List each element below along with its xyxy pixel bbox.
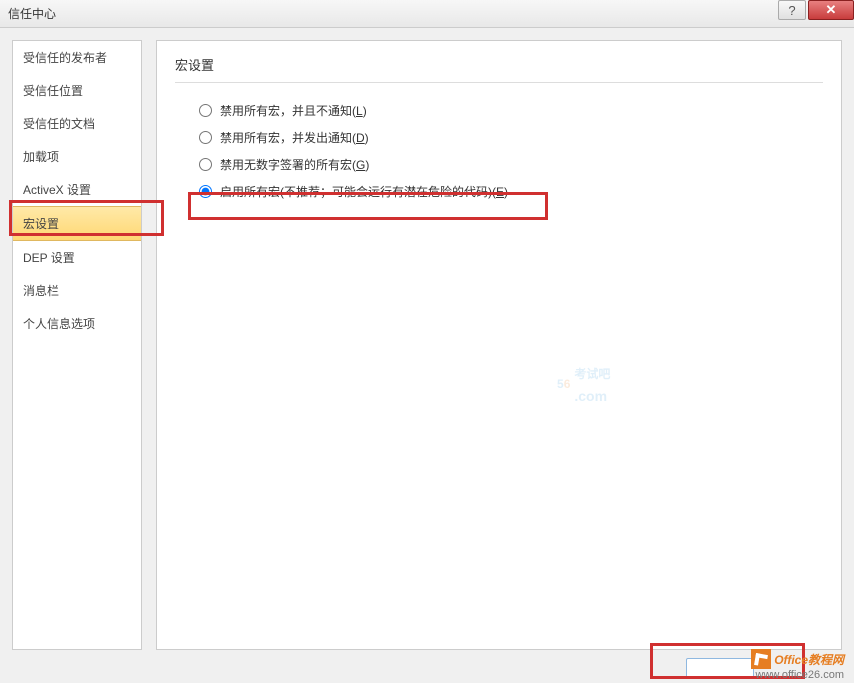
radio-label: 启用所有宏(不推荐；可能会运行有潜在危险的代码)(E) (220, 183, 508, 200)
ok-button-partial[interactable] (686, 658, 754, 679)
office-icon (751, 649, 771, 669)
brand-name: Office教程网 (774, 651, 844, 668)
radio-disable-unsigned[interactable]: 禁用无数字签署的所有宏(G) (199, 151, 823, 178)
titlebar-buttons: ? ✕ (778, 0, 854, 22)
radio-label: 禁用无数字签署的所有宏(G) (220, 156, 369, 173)
radio-input-enable-all[interactable] (199, 185, 212, 198)
radio-input-disable-no-notify[interactable] (199, 104, 212, 117)
sidebar-item-activex[interactable]: ActiveX 设置 (13, 173, 141, 206)
radio-disable-notify[interactable]: 禁用所有宏，并发出通知(D) (199, 124, 823, 151)
sidebar-item-trusted-locations[interactable]: 受信任位置 (13, 74, 141, 107)
sidebar-item-addins[interactable]: 加载项 (13, 140, 141, 173)
brand-watermark: Office教程网 www.office26.com (751, 649, 844, 681)
sidebar-item-trusted-documents[interactable]: 受信任的文档 (13, 107, 141, 140)
radio-enable-all[interactable]: 启用所有宏(不推荐；可能会运行有潜在危险的代码)(E) (199, 178, 823, 205)
brand-url: www.office26.com (751, 669, 844, 681)
radio-input-disable-unsigned[interactable] (199, 158, 212, 171)
radio-label: 禁用所有宏，并且不通知(L) (220, 102, 367, 119)
radio-label: 禁用所有宏，并发出通知(D) (220, 129, 369, 146)
main-panel: 宏设置 禁用所有宏，并且不通知(L) 禁用所有宏，并发出通知(D) 禁用无数字签… (156, 40, 842, 650)
sidebar-item-privacy[interactable]: 个人信息选项 (13, 307, 141, 340)
help-button[interactable]: ? (778, 0, 806, 20)
radio-input-disable-notify[interactable] (199, 131, 212, 144)
sidebar-item-trusted-publishers[interactable]: 受信任的发布者 (13, 41, 141, 74)
radio-disable-no-notify[interactable]: 禁用所有宏，并且不通知(L) (199, 97, 823, 124)
section-title: 宏设置 (175, 55, 823, 83)
sidebar: 受信任的发布者 受信任位置 受信任的文档 加载项 ActiveX 设置 宏设置 … (12, 40, 142, 650)
window-title: 信任中心 (8, 5, 56, 22)
watermark: 56 考试吧 .com (557, 361, 610, 407)
sidebar-item-message-bar[interactable]: 消息栏 (13, 274, 141, 307)
sidebar-item-macro-settings[interactable]: 宏设置 (13, 206, 141, 241)
close-button[interactable]: ✕ (808, 0, 854, 20)
macro-radio-group: 禁用所有宏，并且不通知(L) 禁用所有宏，并发出通知(D) 禁用无数字签署的所有… (175, 97, 823, 205)
titlebar: 信任中心 ? ✕ (0, 0, 854, 28)
sidebar-item-dep[interactable]: DEP 设置 (13, 241, 141, 274)
